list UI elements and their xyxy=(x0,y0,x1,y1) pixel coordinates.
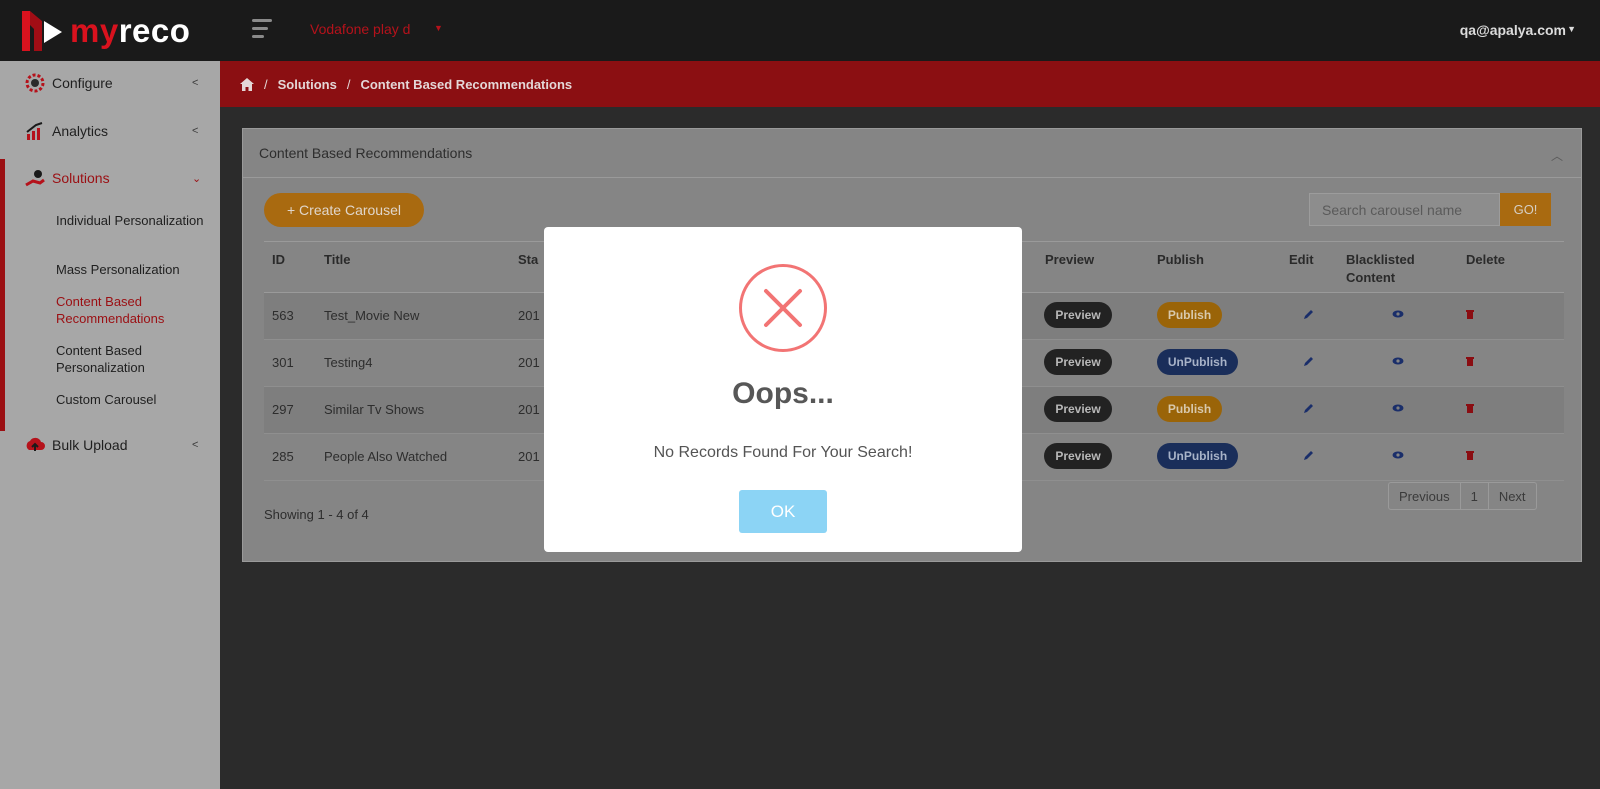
breadcrumb-current: Content Based Recommendations xyxy=(360,76,573,92)
trash-icon[interactable] xyxy=(1464,449,1476,461)
cell-start: 201 xyxy=(518,449,540,464)
pagination-page[interactable]: 1 xyxy=(1461,483,1489,509)
preview-button[interactable]: Preview xyxy=(1044,349,1112,375)
edit-pencil-icon[interactable] xyxy=(1303,449,1315,461)
logo-reco: reco xyxy=(118,11,191,49)
cell-title: People Also Watched xyxy=(324,449,448,464)
logo-mark-icon xyxy=(22,11,62,51)
chevron-left-icon: < xyxy=(192,125,199,137)
error-x-mark-icon xyxy=(764,289,802,327)
preview-button[interactable]: Preview xyxy=(1044,443,1112,469)
sidebar-item-label: Analytics xyxy=(52,123,109,139)
error-x-icon xyxy=(739,264,827,352)
pagination-previous[interactable]: Previous xyxy=(1389,483,1461,509)
trash-icon[interactable] xyxy=(1464,308,1476,320)
eye-icon[interactable] xyxy=(1392,308,1404,320)
error-dialog: Oops... No Records Found For Your Search… xyxy=(544,227,1022,552)
cell-id: 297 xyxy=(272,402,294,417)
submenu-content-based-recommendations[interactable]: Content Based Recommendations xyxy=(56,293,206,327)
column-publish: Publish xyxy=(1157,252,1204,267)
submenu-individual-personalization[interactable]: Individual Personalization xyxy=(56,212,206,229)
logo[interactable]: myreco xyxy=(20,6,190,54)
breadcrumb: / Solutions / Content Based Recommendati… xyxy=(220,61,1600,107)
cell-start: 201 xyxy=(518,308,540,323)
dialog-title: Oops... xyxy=(732,377,834,410)
chart-icon xyxy=(26,122,43,140)
menu-toggle-icon[interactable] xyxy=(252,19,274,43)
column-id: ID xyxy=(272,252,285,267)
breadcrumb-separator: / xyxy=(264,76,268,92)
sidebar-item-label: Solutions xyxy=(52,170,110,186)
column-delete: Delete xyxy=(1466,252,1506,267)
breadcrumb-separator: / xyxy=(346,76,351,92)
logo-my: my xyxy=(70,11,119,49)
cell-id: 285 xyxy=(272,449,294,464)
preview-button[interactable]: Preview xyxy=(1044,302,1112,328)
user-caret-icon[interactable]: ▼ xyxy=(1567,24,1576,34)
column-start: Sta xyxy=(518,252,539,267)
pagination-summary: Showing 1 - 4 of 4 xyxy=(264,507,369,522)
search-carousel-input[interactable] xyxy=(1309,193,1500,226)
sidebar-item-configure[interactable]: Configure < xyxy=(0,63,220,103)
publish-button[interactable]: Publish xyxy=(1157,302,1222,328)
sidebar-item-analytics[interactable]: Analytics < xyxy=(0,111,220,151)
edit-pencil-icon[interactable] xyxy=(1303,355,1315,367)
pagination: Previous 1 Next xyxy=(1388,482,1537,510)
tenant-caret-icon[interactable]: ▼ xyxy=(434,23,443,33)
tenant-selector[interactable]: Vodafone play d xyxy=(310,21,410,37)
hand-gear-icon xyxy=(25,170,45,187)
top-bar: myreco Vodafone play d ▼ qa@apalya.com ▼ xyxy=(0,0,1600,61)
publish-button[interactable]: Publish xyxy=(1157,396,1222,422)
cell-start: 201 xyxy=(518,355,540,370)
chevron-left-icon: < xyxy=(192,77,199,89)
pagination-next[interactable]: Next xyxy=(1489,483,1536,509)
edit-pencil-icon[interactable] xyxy=(1303,308,1315,320)
cell-id: 301 xyxy=(272,355,294,370)
cell-title: Test_Movie New xyxy=(324,308,420,323)
submenu-content-based-personalization[interactable]: Content Based Personalization xyxy=(56,342,206,376)
cloud-upload-icon xyxy=(26,437,45,451)
column-title: Title xyxy=(324,252,351,267)
sidebar-item-label: Configure xyxy=(52,75,113,91)
column-blacklisted: Blacklisted Content xyxy=(1346,252,1415,285)
trash-icon[interactable] xyxy=(1464,355,1476,367)
sidebar-item-bulk-upload[interactable]: Bulk Upload < xyxy=(0,425,220,465)
cell-title: Similar Tv Shows xyxy=(324,402,425,417)
breadcrumb-solutions[interactable]: Solutions xyxy=(278,77,337,92)
cell-title: Testing4 xyxy=(324,355,373,370)
user-menu[interactable]: qa@apalya.com xyxy=(1460,22,1566,38)
column-edit: Edit xyxy=(1289,252,1314,267)
sidebar-active-indicator xyxy=(0,159,5,431)
dialog-message: No Records Found For Your Search! xyxy=(653,444,913,461)
ok-button[interactable]: OK xyxy=(739,490,827,533)
column-preview: Preview xyxy=(1045,252,1095,267)
collapse-chevron-icon[interactable]: ︿ xyxy=(1551,147,1563,164)
cell-start: 201 xyxy=(518,402,540,417)
gear-icon xyxy=(25,73,45,93)
chevron-down-icon: ⌄ xyxy=(192,172,202,185)
sidebar-item-label: Bulk Upload xyxy=(52,437,128,453)
panel-header: Content Based Recommendations xyxy=(243,129,1581,178)
submenu-custom-carousel[interactable]: Custom Carousel xyxy=(56,391,206,408)
edit-pencil-icon[interactable] xyxy=(1303,402,1315,414)
unpublish-button[interactable]: UnPublish xyxy=(1157,349,1238,375)
sidebar-item-solutions[interactable]: Solutions ⌄ xyxy=(0,158,220,198)
panel-title: Content Based Recommendations xyxy=(259,145,473,161)
eye-icon[interactable] xyxy=(1392,402,1404,414)
submenu-mass-personalization[interactable]: Mass Personalization xyxy=(56,261,206,278)
cell-id: 563 xyxy=(272,308,294,323)
chevron-left-icon: < xyxy=(192,439,199,451)
eye-icon[interactable] xyxy=(1392,355,1404,367)
preview-button[interactable]: Preview xyxy=(1044,396,1112,422)
sidebar: Configure < Analytics < Solutions ⌄ Indi… xyxy=(0,61,220,789)
eye-icon[interactable] xyxy=(1392,449,1404,461)
logo-text: myreco xyxy=(70,14,190,47)
unpublish-button[interactable]: UnPublish xyxy=(1157,443,1238,469)
trash-icon[interactable] xyxy=(1464,402,1476,414)
go-button[interactable]: GO! xyxy=(1500,193,1551,226)
home-icon[interactable] xyxy=(240,77,254,91)
create-carousel-button[interactable]: + Create Carousel xyxy=(264,193,424,227)
